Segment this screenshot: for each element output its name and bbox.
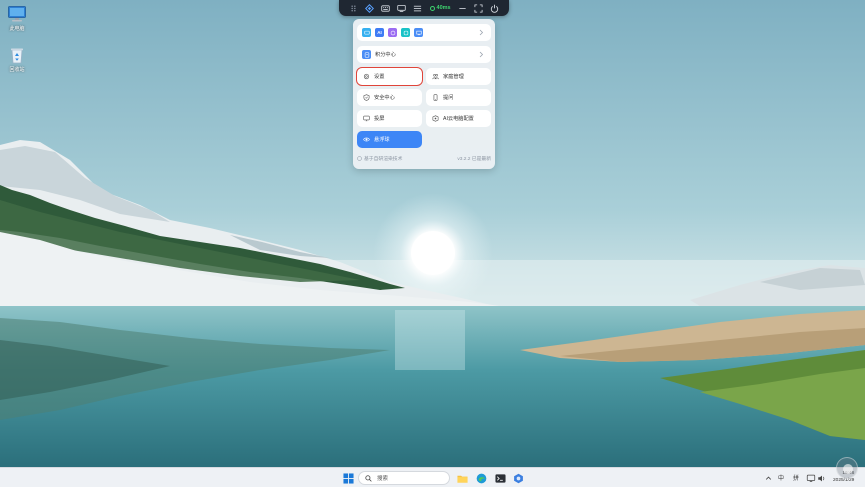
cast-screen-label: 投屏 [374, 116, 385, 122]
file-explorer-icon[interactable] [455, 471, 469, 485]
ai-pc-config-button[interactable]: AI云电脑配置 [426, 110, 491, 127]
ai-pc-config-label: AI云电脑配置 [443, 116, 474, 122]
desktop-icon-this-pc[interactable]: 此电脑 [2, 5, 32, 32]
recycle-bin-icon [7, 46, 27, 64]
start-button[interactable] [341, 471, 355, 485]
diamond-icon[interactable] [361, 0, 377, 16]
volume-icon[interactable] [817, 471, 827, 485]
info-icon [357, 156, 362, 161]
keyboard-icon[interactable] [377, 0, 393, 16]
search-placeholder: 搜索 [377, 476, 389, 482]
taskbar-search-box[interactable]: 搜索 [358, 471, 450, 485]
family-icon [432, 73, 439, 80]
security-center-label: 安全中心 [374, 95, 395, 101]
feedback-button[interactable]: 提问 [426, 89, 491, 106]
display-icon[interactable] [393, 0, 409, 16]
gear-icon [363, 73, 370, 80]
windows-logo-icon [342, 472, 354, 484]
apps-row[interactable]: AI [357, 24, 491, 41]
floating-ball[interactable] [836, 457, 858, 479]
quick-menu-panel: AI 积分中心 设置 家庭管理 安全中心 提问 投屏 AI云电脑配置 悬浮球 基… [353, 19, 495, 169]
minimize-icon[interactable] [455, 0, 471, 16]
points-center-label: 积分中心 [375, 52, 396, 58]
remote-session-toolbar: 40ms [339, 0, 509, 16]
points-icon [362, 50, 371, 59]
points-center-row[interactable]: 积分中心 [357, 46, 491, 63]
panel-footer: 基于自研渲染技术 v3.2.2 已是最新 [357, 155, 491, 162]
fullscreen-icon[interactable] [471, 0, 487, 16]
floating-ball-label: 悬浮球 [374, 137, 390, 143]
phone-icon [432, 94, 439, 101]
floating-ball-button[interactable]: 悬浮球 [357, 131, 422, 148]
eye-icon [363, 136, 370, 143]
feedback-label: 提问 [443, 95, 454, 101]
shield-icon [363, 94, 370, 101]
desktop-icon-recycle-bin[interactable]: 回收站 [2, 46, 32, 73]
terminal-icon[interactable] [493, 471, 507, 485]
ai-config-icon [432, 115, 439, 122]
signal-icon [429, 5, 435, 11]
chevron-up-icon[interactable] [761, 471, 775, 485]
search-icon [365, 474, 372, 482]
drag-handle-icon[interactable] [345, 0, 361, 16]
ai-app-icon[interactable]: AI [375, 28, 384, 37]
latency-value: 40ms [436, 5, 451, 11]
family-management-button[interactable]: 家庭管理 [426, 68, 491, 85]
settings-label: 设置 [374, 74, 385, 80]
ime-mode-indicator[interactable]: 拼 [793, 473, 799, 482]
footer-version-text: v3.2.2 已是最新 [457, 157, 491, 162]
family-management-label: 家庭管理 [443, 74, 464, 80]
chevron-right-icon [477, 28, 485, 37]
cloud-pc-app-icon[interactable] [511, 471, 525, 485]
power-icon[interactable] [487, 0, 503, 16]
footer-left: 基于自研渲染技术 [357, 155, 402, 162]
settings-button[interactable]: 设置 [356, 67, 423, 86]
network-icon[interactable] [806, 471, 816, 485]
screen-app-icon[interactable] [414, 28, 423, 37]
desktop-icon-label: 回收站 [9, 67, 25, 73]
edge-browser-icon[interactable] [474, 471, 488, 485]
chevron-right-icon [477, 50, 485, 59]
assistant-bubble-icon [843, 464, 853, 474]
footer-tech-text: 基于自研渲染技术 [364, 157, 403, 162]
taskbar: 搜索 中 拼 16:46 2025/1/29 [0, 467, 865, 487]
ime-language-indicator[interactable]: 中 [778, 473, 784, 482]
menu-icon[interactable] [409, 0, 425, 16]
desktop-icon-label: 此电脑 [9, 26, 25, 32]
computer-icon [7, 5, 27, 23]
remote-app-icon[interactable] [362, 28, 371, 37]
cast-icon [363, 115, 370, 122]
assistant-app-icon[interactable] [388, 28, 397, 37]
tools-app-icon[interactable] [401, 28, 410, 37]
latency-indicator[interactable]: 40ms [426, 0, 455, 16]
cast-screen-button[interactable]: 投屏 [357, 110, 422, 127]
security-center-button[interactable]: 安全中心 [357, 89, 422, 106]
